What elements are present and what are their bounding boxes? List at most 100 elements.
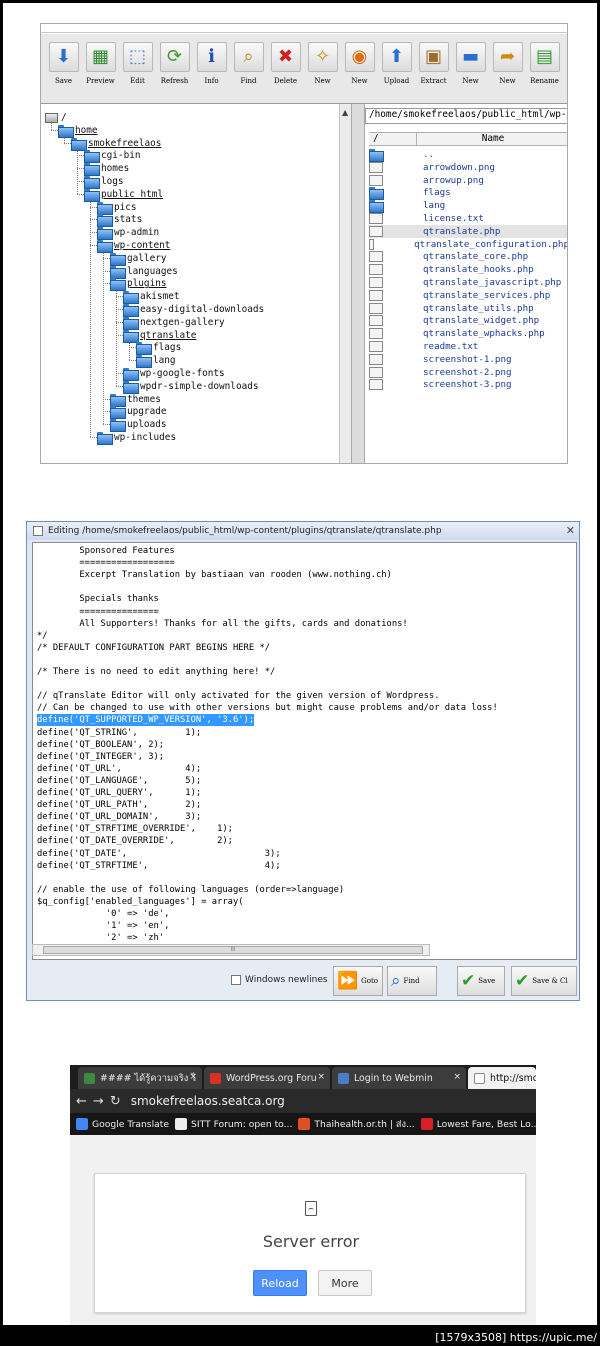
goto-button[interactable]: ⏩ Goto <box>333 966 383 996</box>
file-row[interactable]: .. <box>369 148 567 162</box>
bookmark-item[interactable]: Thaihealth.or.th | ส่ง... <box>298 1117 415 1132</box>
file-row[interactable]: qtranslate.php <box>369 224 567 238</box>
tree-folder[interactable]: themes <box>110 393 161 407</box>
tab-close-icon[interactable]: × <box>317 1072 325 1082</box>
more-button[interactable]: More <box>318 1270 372 1296</box>
toolbar-button-new[interactable]: ✧ New <box>304 36 341 102</box>
column-header-name[interactable]: Name <box>417 133 567 145</box>
tree-folder[interactable]: wp-admin <box>97 226 159 241</box>
bookmark-item[interactable]: SITT Forum: open to... <box>175 1118 292 1130</box>
tree-folder[interactable]: easy-digital-downloads <box>123 303 264 317</box>
browser-tab[interactable]: http://smok <box>468 1067 536 1089</box>
reload-button[interactable]: Reload <box>253 1270 307 1296</box>
browser-tab[interactable]: WordPress.org Foru × <box>204 1067 330 1089</box>
toolbar-button-info[interactable]: ℹ Info <box>193 36 230 102</box>
tree-folder[interactable]: wp-includes <box>97 431 176 445</box>
tree-folder[interactable]: homes <box>84 162 129 177</box>
toolbar-button-find[interactable]: ⌕ Find <box>230 36 267 102</box>
scroll-up-icon[interactable]: ▲ <box>342 108 348 117</box>
toolbar-button-delete[interactable]: ✖ Delete <box>267 36 304 102</box>
file-name: screenshot-3.png <box>423 379 512 391</box>
file-row[interactable]: qtranslate_core.php <box>369 250 567 263</box>
toolbar-button-new[interactable]: ▬ New <box>452 36 489 102</box>
tab-close-icon[interactable]: × <box>453 1072 461 1082</box>
file-row[interactable]: qtranslate_widget.php <box>369 314 567 327</box>
save-cl-button[interactable]: ✔ Save & Cl <box>511 966 577 996</box>
tree-folder[interactable]: / <box>45 111 67 124</box>
bookmarks-bar: Google Translate SITT Forum: open to... Th… <box>70 1113 536 1135</box>
forward-icon[interactable]: → <box>93 1094 104 1109</box>
tree-folder[interactable]: wp-content <box>97 239 170 253</box>
tree-folder[interactable]: gallery <box>110 252 167 266</box>
address-bar[interactable]: smokefreelaos.seatca.org <box>131 1094 285 1108</box>
tree-folder[interactable]: upgrade <box>110 405 167 420</box>
file-row[interactable]: arrowdown.png <box>369 161 567 174</box>
file-name: .. <box>423 149 435 160</box>
toolbar-button-edit[interactable]: ⬚ Edit <box>119 36 156 102</box>
toolbar-button-rename[interactable]: ▤ Rename <box>526 36 563 102</box>
tree-folder[interactable]: wpdr-simple-downloads <box>123 380 259 394</box>
path-field[interactable]: /home/smokefreelaos/public_html/wp-co <box>365 108 567 124</box>
toolbar-button-new[interactable]: ➦ New <box>489 36 526 102</box>
code-editor-textarea[interactable]: Sponsored Features ================== Ex… <box>32 542 577 960</box>
toolbar-button-refresh[interactable]: ⟳ Refresh <box>156 36 193 102</box>
error-card: Server error Reload More <box>94 1173 526 1313</box>
tree-folder[interactable]: logs <box>84 175 124 189</box>
file-row[interactable]: qtranslate_services.php <box>369 289 567 302</box>
column-header-type[interactable]: / <box>369 133 417 145</box>
file-row[interactable]: license.txt <box>369 212 567 225</box>
tree-folder[interactable]: nextgen-gallery <box>123 316 225 330</box>
pane-splitter[interactable] <box>351 104 365 463</box>
tree-folder[interactable]: akismet <box>123 290 180 305</box>
scrollbar-thumb[interactable]: III <box>43 946 423 954</box>
tree-folder[interactable]: lang <box>136 354 176 369</box>
tree-folder[interactable]: pics <box>97 201 137 215</box>
tree-folder[interactable]: stats <box>97 213 142 228</box>
horizontal-scrollbar[interactable]: III <box>32 944 430 956</box>
tree-scrollbar[interactable]: ▲ <box>339 104 351 463</box>
browser-tab[interactable]: Login to Webmin × <box>332 1067 466 1089</box>
file-row[interactable]: qtranslate_wphacks.php <box>369 327 567 340</box>
reload-icon[interactable]: ↻ <box>110 1094 121 1109</box>
toolbar-button-new[interactable]: ◉ New <box>341 36 378 102</box>
file-row[interactable]: screenshot-2.png <box>369 366 567 379</box>
find-button[interactable]: ⌕ Find <box>387 966 437 996</box>
folder-icon <box>123 291 139 305</box>
toolbar-button-save[interactable]: ⬇ Save <box>45 36 82 102</box>
file-row[interactable]: qtranslate_configuration.php <box>369 238 567 251</box>
back-icon[interactable]: ← <box>76 1094 87 1109</box>
file-row[interactable]: screenshot-3.png <box>369 378 567 391</box>
tree-folder[interactable]: cgi-bin <box>84 149 141 164</box>
file-row[interactable]: lang <box>369 199 567 214</box>
tree-folder[interactable]: flags <box>136 341 182 356</box>
tree-folder[interactable]: public html <box>84 188 163 202</box>
tree-folder[interactable]: smokefreelaos <box>71 137 161 151</box>
tree-folder[interactable]: qtranslate <box>123 329 196 343</box>
toolbar-button-preview[interactable]: ▦ Preview <box>82 36 119 102</box>
tree-folder-label: flags <box>153 342 182 354</box>
toolbar-button-extract[interactable]: ▣ Extract <box>415 36 452 102</box>
file-row[interactable]: flags <box>369 186 567 201</box>
windows-newlines-option[interactable]: Windows newlines <box>231 975 328 985</box>
browser-tab[interactable]: #### ได้รู้ความจริง ไ × <box>78 1067 202 1089</box>
tree-folder[interactable]: wp-google-fonts <box>123 367 225 381</box>
file-row[interactable]: readme.txt <box>369 340 567 353</box>
close-icon[interactable]: ✕ <box>566 524 575 537</box>
file-row[interactable]: qtranslate_javascript.php <box>369 276 567 289</box>
file-row[interactable]: qtranslate_hooks.php <box>369 263 567 276</box>
file-row[interactable]: screenshot-1.png <box>369 353 567 366</box>
file-row[interactable]: arrowup.png <box>369 174 567 187</box>
tree-folder[interactable]: languages <box>110 265 178 279</box>
tab-close-icon[interactable]: × <box>189 1072 197 1082</box>
file-row[interactable]: qtranslate_utils.php <box>369 302 567 315</box>
bookmark-item[interactable]: Google Translate <box>76 1118 169 1130</box>
tree-folder-label: akismet <box>140 291 180 303</box>
toolbar-button-upload[interactable]: ⬆ Upload <box>378 36 415 102</box>
windows-newlines-checkbox[interactable] <box>231 975 241 985</box>
bookmark-item[interactable]: Lowest Fare, Best Lo... <box>420 1118 536 1130</box>
tree-folder[interactable]: plugins <box>110 277 167 292</box>
file-icon <box>369 264 383 276</box>
tree-connector <box>90 206 97 208</box>
tree-folder[interactable]: uploads <box>110 418 167 433</box>
save-button[interactable]: ✔ Save <box>457 966 505 996</box>
